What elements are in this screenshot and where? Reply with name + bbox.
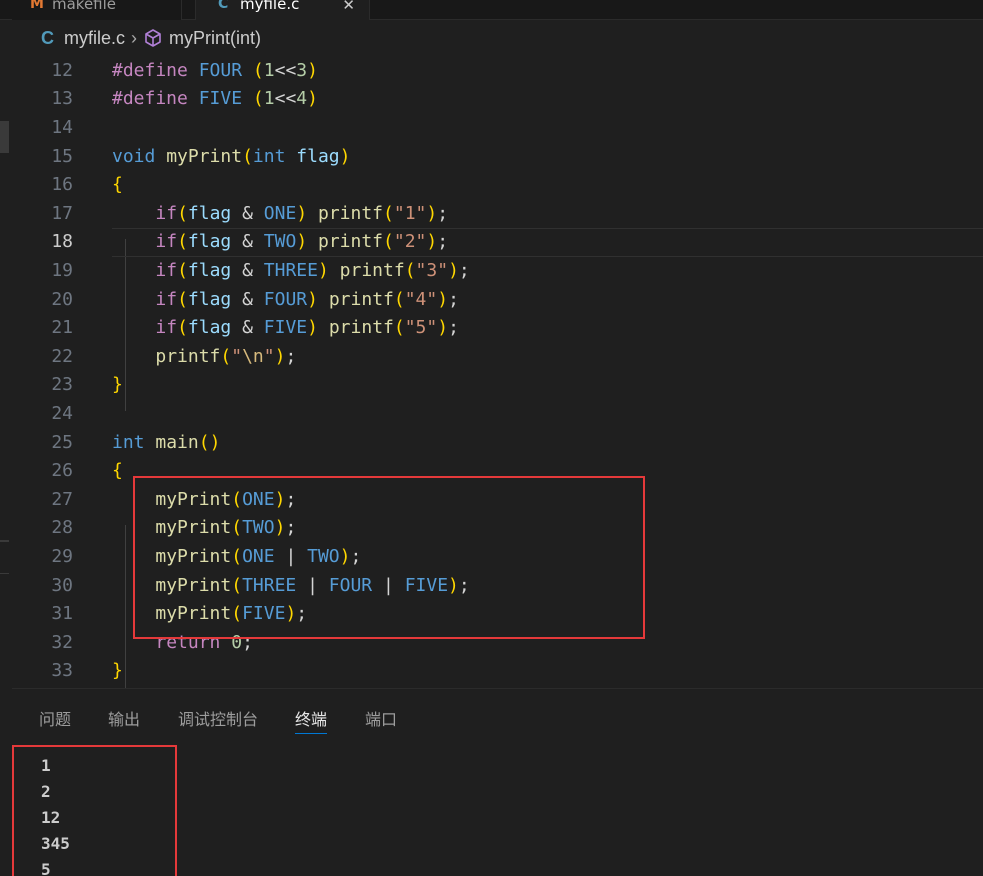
terminal-line: 1 — [41, 756, 51, 775]
terminal-output[interactable]: 1 2 12 345 5 — [41, 753, 70, 876]
code-line[interactable]: 31 myPrint(FIVE); — [12, 600, 983, 629]
code-text[interactable]: myPrint(FIVE); — [112, 600, 307, 629]
chevron-right-icon: › — [131, 27, 138, 48]
line-number: 28 — [51, 517, 73, 539]
code-line[interactable]: 20 if(flag & FOUR) printf("4"); — [12, 286, 983, 315]
code-text[interactable]: myPrint(ONE | TWO); — [112, 543, 361, 572]
code-line[interactable]: 18 if(flag & TWO) printf("2"); — [12, 228, 983, 257]
code-line[interactable]: 12 #define FOUR (1<<3) — [12, 57, 983, 86]
line-number: 13 — [51, 88, 73, 110]
line-number: 18 — [51, 231, 73, 253]
code-line[interactable]: 29 myPrint(ONE | TWO); — [12, 543, 983, 572]
code-line[interactable]: 22 printf("\n"); — [12, 343, 983, 372]
line-number: 16 — [51, 174, 73, 196]
code-line[interactable]: 32 return 0; — [12, 629, 983, 658]
terminal-line: 12 — [41, 808, 61, 827]
code-text[interactable]: { — [112, 457, 123, 486]
code-line[interactable]: 25 int main() — [12, 429, 983, 458]
code-text[interactable]: if(flag & FOUR) printf("4"); — [112, 286, 459, 315]
terminal-line: 5 — [41, 860, 51, 876]
code-editor[interactable]: 12 #define FOUR (1<<3) 13 #define FIVE (1<<… — [12, 56, 983, 725]
makefile-icon: M — [30, 0, 44, 12]
tab-debug-console[interactable]: 调试控制台 — [178, 706, 258, 734]
c-file-icon: C — [218, 0, 229, 12]
tab-myfile-c[interactable]: C myfile.c ✕ — [195, 0, 370, 20]
line-number: 30 — [51, 574, 73, 596]
terminal-line: 345 — [41, 834, 70, 853]
code-text[interactable]: return 0; — [112, 629, 253, 658]
code-line[interactable]: 17 if(flag & ONE) printf("1"); — [12, 200, 983, 229]
line-number: 29 — [51, 545, 73, 567]
code-line[interactable]: 19 if(flag & THREE) printf("3"); — [12, 257, 983, 286]
line-number: 15 — [51, 145, 73, 167]
symbol-method-icon — [145, 29, 161, 47]
line-number: 20 — [51, 288, 73, 310]
tab-terminal[interactable]: 终端 — [295, 706, 328, 734]
close-icon[interactable]: ✕ — [342, 0, 355, 14]
tab-output[interactable]: 输出 — [108, 706, 140, 734]
code-text[interactable]: #define FIVE (1<<4) — [112, 85, 318, 114]
line-number: 17 — [51, 202, 73, 224]
code-line[interactable]: 21 if(flag & FIVE) printf("5"); — [12, 314, 983, 343]
code-text[interactable]: if(flag & TWO) printf("2"); — [112, 228, 448, 257]
breadcrumb-symbol[interactable]: myPrint(int) — [169, 28, 261, 49]
line-number: 31 — [51, 603, 73, 625]
code-text[interactable]: if(flag & FIVE) printf("5"); — [112, 314, 459, 343]
code-line[interactable]: 15 void myPrint(int flag) — [12, 143, 983, 172]
line-number: 14 — [51, 116, 73, 138]
code-line[interactable]: 26 { — [12, 457, 983, 486]
code-text[interactable]: int main() — [112, 429, 220, 458]
tab-label: myfile.c — [240, 0, 300, 13]
tab-problems[interactable]: 问题 — [39, 706, 71, 734]
code-text[interactable]: #define FOUR (1<<3) — [112, 57, 318, 86]
breadcrumb: C myfile.c › myPrint(int) — [0, 20, 983, 56]
code-text[interactable]: myPrint(TWO); — [112, 514, 296, 543]
scroll-marker — [0, 121, 9, 153]
scroll-marker — [0, 573, 9, 574]
line-number: 27 — [51, 488, 73, 510]
code-text[interactable]: { — [112, 171, 123, 200]
code-line[interactable]: 16 { — [12, 171, 983, 200]
breadcrumb-file[interactable]: myfile.c — [64, 28, 125, 49]
tab-label: makefile — [52, 0, 117, 13]
line-number: 21 — [51, 317, 73, 339]
code-text[interactable]: } — [112, 657, 123, 686]
code-text[interactable]: if(flag & ONE) printf("1"); — [112, 200, 448, 229]
code-line[interactable]: 14 — [12, 114, 983, 143]
line-number: 33 — [51, 660, 73, 682]
code-line[interactable]: 28 myPrint(TWO); — [12, 514, 983, 543]
editor-tab-bar: M makefile C myfile.c ✕ — [0, 0, 983, 20]
bottom-panel: 问题 输出 调试控制台 终端 端口 1 2 12 345 5 — [12, 688, 983, 876]
line-number: 19 — [51, 259, 73, 281]
code-line[interactable]: 23} — [12, 371, 983, 400]
c-file-icon: C — [41, 27, 54, 48]
code-line[interactable]: 33} — [12, 657, 983, 686]
code-line[interactable]: 30 myPrint(THREE | FOUR | FIVE); — [12, 572, 983, 601]
code-text[interactable]: void myPrint(int flag) — [112, 143, 350, 172]
code-text[interactable]: printf("\n"); — [112, 343, 296, 372]
line-number: 12 — [51, 59, 73, 81]
line-number: 23 — [51, 374, 73, 396]
line-number: 26 — [51, 460, 73, 482]
scroll-marker — [0, 540, 9, 542]
line-number: 22 — [51, 345, 73, 367]
line-number: 24 — [51, 402, 73, 424]
code-line[interactable]: 27 myPrint(ONE); — [12, 486, 983, 515]
line-number: 32 — [51, 631, 73, 653]
code-text[interactable]: myPrint(ONE); — [112, 486, 296, 515]
terminal-line: 2 — [41, 782, 51, 801]
code-text[interactable]: myPrint(THREE | FOUR | FIVE); — [112, 572, 469, 601]
code-line[interactable]: 24 — [12, 400, 983, 429]
line-number: 25 — [51, 431, 73, 453]
tab-makefile[interactable]: M makefile — [12, 0, 182, 20]
code-text[interactable]: } — [112, 371, 123, 400]
code-text[interactable]: if(flag & THREE) printf("3"); — [112, 257, 469, 286]
panel-tabs: 问题 输出 调试控制台 终端 端口 — [12, 689, 983, 749]
tab-ports[interactable]: 端口 — [365, 706, 397, 734]
code-line[interactable]: 13 #define FIVE (1<<4) — [12, 85, 983, 114]
